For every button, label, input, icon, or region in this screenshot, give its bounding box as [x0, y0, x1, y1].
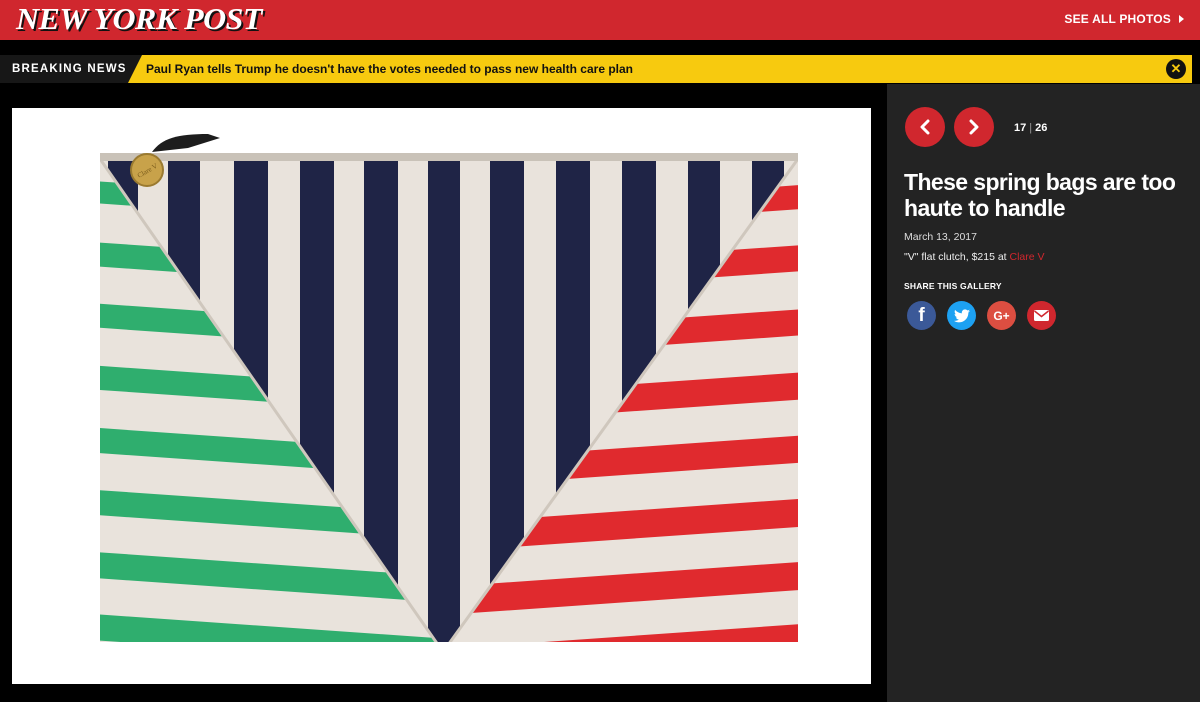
next-photo-button[interactable]	[954, 107, 994, 147]
caption-text: "V" flat clutch, $215 at	[904, 251, 1010, 263]
share-buttons: f G+	[907, 301, 1056, 330]
facebook-icon: f	[918, 304, 925, 326]
zipper	[100, 153, 798, 161]
close-icon[interactable]: ✕	[1166, 59, 1186, 79]
photo-caption: "V" flat clutch, $215 at Clare V	[904, 251, 1045, 263]
breaking-news-label: BREAKING NEWS	[0, 55, 142, 83]
chevron-left-icon	[920, 119, 930, 135]
email-share-button[interactable]	[1027, 301, 1056, 330]
google-plus-share-button[interactable]: G+	[987, 301, 1016, 330]
photo-counter: 17 | 26	[1014, 122, 1047, 134]
share-gallery-label: SHARE THIS GALLERY	[904, 281, 1002, 291]
twitter-icon	[953, 308, 970, 322]
gallery-photo: Clare V	[12, 108, 871, 684]
counter-separator: |	[1029, 122, 1033, 134]
top-bar: NEW YORK POST SEE ALL PHOTOS	[0, 0, 1200, 40]
breaking-news-headline[interactable]: Paul Ryan tells Trump he doesn't have th…	[146, 55, 633, 83]
gallery-sidebar: 17 | 26 These spring bags are too haute to…	[887, 84, 1200, 702]
facebook-share-button[interactable]: f	[907, 301, 936, 330]
site-logo[interactable]: NEW YORK POST	[16, 0, 262, 40]
retailer-link[interactable]: Clare V	[1010, 251, 1045, 263]
gallery-title: These spring bags are too haute to handl…	[904, 169, 1176, 221]
google-plus-icon: G+	[993, 308, 1010, 323]
see-all-photos-label: SEE ALL PHOTOS	[1064, 12, 1171, 26]
caret-right-icon	[1179, 15, 1184, 23]
twitter-share-button[interactable]	[947, 301, 976, 330]
previous-photo-button[interactable]	[905, 107, 945, 147]
current-photo-number: 17	[1014, 122, 1027, 134]
total-photo-count: 26	[1035, 122, 1048, 134]
breaking-news-bar: BREAKING NEWS Paul Ryan tells Trump he d…	[0, 55, 1192, 83]
chevron-right-icon	[969, 119, 979, 135]
see-all-photos-link[interactable]: SEE ALL PHOTOS	[1064, 0, 1184, 38]
publish-date: March 13, 2017	[904, 231, 977, 243]
email-icon	[1034, 310, 1049, 321]
clutch-image: Clare V	[100, 134, 798, 642]
